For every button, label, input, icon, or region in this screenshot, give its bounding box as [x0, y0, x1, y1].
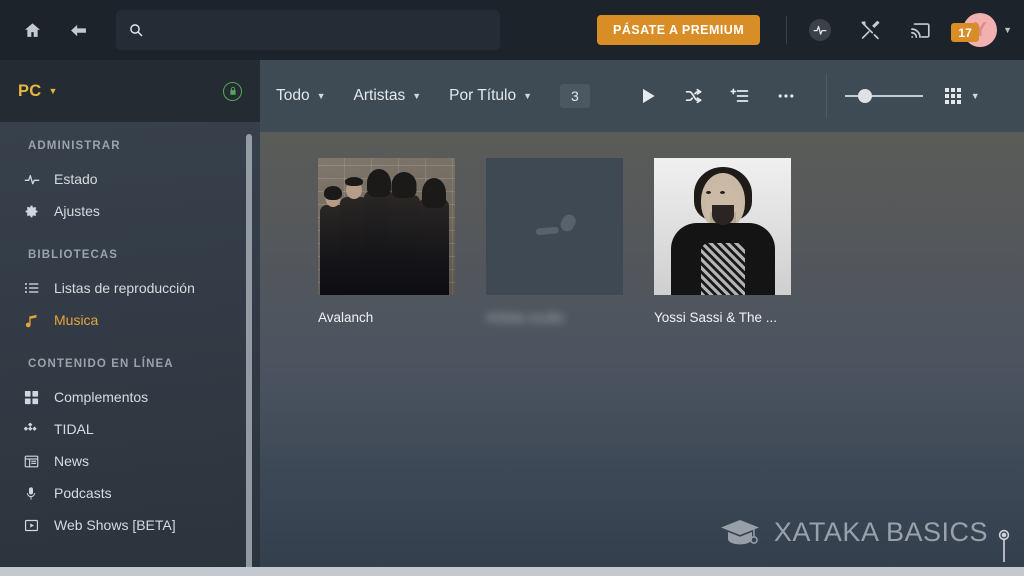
source-name: PC — [18, 81, 42, 100]
lock-icon[interactable] — [223, 81, 242, 101]
play-box-icon — [24, 518, 48, 533]
horizontal-scrollbar[interactable] — [0, 567, 1024, 576]
search-input[interactable] — [144, 22, 488, 38]
sidebar-item-listas-de-reproduccion[interactable]: Listas de reproducción — [0, 272, 260, 304]
zoom-slider-track[interactable] — [844, 89, 923, 103]
sidebar-nav: ADMINISTRAR Estado Ajustes BIBLIOTECAS L… — [0, 122, 260, 541]
zoom-slider-knob[interactable] — [858, 89, 873, 103]
cast-icon[interactable] — [905, 15, 935, 45]
sidebar-item-tidal[interactable]: TIDAL — [0, 413, 260, 445]
album-art-portrait-photo[interactable] — [654, 158, 791, 295]
album-grid: Avalanch Artista oculto Yossi Sassi & Th… — [260, 132, 1024, 325]
search-bar[interactable] — [116, 10, 500, 50]
sidebar-item-web-shows[interactable]: Web Shows [BETA] — [0, 509, 260, 541]
sidebar-scrollbar[interactable] — [246, 134, 252, 576]
premium-upgrade-button[interactable]: PÁSATE A PREMIUM — [597, 15, 761, 45]
item-count-badge: 3 — [560, 84, 590, 108]
avatar[interactable]: Y 17 — [951, 10, 998, 50]
chevron-down-icon: ▼ — [412, 91, 422, 101]
chevron-down-icon: ▼ — [970, 91, 980, 101]
more-options-icon[interactable] — [768, 78, 804, 114]
grid-view-icon[interactable]: ▼ — [944, 88, 980, 104]
news-icon — [24, 454, 48, 469]
album-art-band-photo[interactable] — [318, 158, 455, 295]
avatar-badge: 17 — [951, 23, 980, 42]
source-selector[interactable]: PC ▼ — [0, 60, 260, 122]
zoom-slider[interactable] — [844, 89, 923, 103]
gear-icon — [24, 204, 48, 219]
sidebar-section-title: BIBLIOTECAS — [28, 249, 119, 261]
search-icon — [128, 22, 144, 38]
grid-view-glyph — [944, 88, 961, 104]
sidebar-section-title: ADMINISTRAR — [28, 140, 121, 152]
sidebar-item-estado[interactable]: Estado — [0, 163, 260, 195]
shuffle-icon[interactable] — [676, 78, 712, 114]
main-content: Todo ▼ Artistas ▼ Por Título ▼ 3 ▼ Avala… — [260, 60, 1024, 576]
wrench-screwdriver-icon[interactable] — [855, 15, 885, 45]
sidebar-item-label: Estado — [54, 171, 98, 187]
sidebar-section-title: CONTENIDO EN LÍNEA — [28, 358, 174, 370]
sidebar-item-musica[interactable]: Musica — [0, 304, 260, 336]
filter-artists-dropdown[interactable]: Artistas ▼ — [354, 87, 422, 105]
top-bar: PÁSATE A PREMIUM Y 17 ▼ — [0, 0, 1024, 60]
content-toolbar: Todo ▼ Artistas ▼ Por Título ▼ 3 ▼ — [260, 60, 1024, 132]
sidebar-item-label: Ajustes — [54, 203, 100, 219]
sort-label: Por Título — [449, 87, 517, 104]
add-to-playlist-icon[interactable] — [722, 78, 758, 114]
sidebar-item-label: Web Shows [BETA] — [54, 517, 176, 533]
toolbar-separator — [825, 74, 827, 118]
sidebar: PC ▼ ADMINISTRAR Estado Ajustes BIBLIOTE… — [0, 60, 260, 576]
microphone-icon — [24, 486, 48, 501]
plex-app-window: PÁSATE A PREMIUM Y 17 ▼ PC ▼ ADMINISTRAR… — [0, 0, 1024, 576]
album-card-title: Avalanch — [318, 310, 374, 325]
sidebar-item-ajustes[interactable]: Ajustes — [0, 195, 260, 227]
sidebar-item-news[interactable]: News — [0, 445, 260, 477]
playlist-icon — [24, 280, 48, 296]
sidebar-item-podcasts[interactable]: Podcasts — [0, 477, 260, 509]
album-card[interactable]: Artista oculto — [486, 158, 623, 325]
album-card-title: Yossi Sassi & The ... — [654, 310, 778, 325]
sidebar-item-complementos[interactable]: Complementos — [0, 381, 260, 413]
account-chevron-down-icon[interactable]: ▼ — [1003, 25, 1012, 35]
sidebar-item-label: Musica — [54, 312, 99, 328]
sidebar-item-label: Complementos — [54, 389, 149, 405]
album-card[interactable]: Avalanch — [318, 158, 455, 325]
filter-all-dropdown[interactable]: Todo ▼ — [276, 87, 326, 105]
chevron-down-icon: ▼ — [316, 91, 326, 101]
album-card-title: Artista oculto — [486, 310, 565, 325]
sidebar-item-label: Podcasts — [54, 485, 112, 501]
album-art-placeholder[interactable] — [486, 158, 623, 295]
play-icon[interactable] — [630, 78, 666, 114]
activity-pulse-icon[interactable] — [805, 15, 835, 45]
microphone-icon — [486, 158, 623, 295]
home-icon[interactable] — [16, 14, 48, 46]
activity-pulse-icon — [24, 171, 48, 187]
back-arrow-icon[interactable] — [62, 14, 94, 46]
chevron-down-icon: ▼ — [523, 91, 532, 101]
sidebar-item-label: News — [54, 453, 90, 469]
sidebar-item-label: TIDAL — [54, 421, 94, 437]
cursor-pin-icon — [997, 528, 1011, 567]
sidebar-item-label: Listas de reproducción — [54, 280, 195, 296]
topbar-divider — [786, 16, 788, 44]
album-card[interactable]: Yossi Sassi & The ... — [654, 158, 791, 325]
filter-artists-label: Artistas — [353, 87, 406, 104]
grid-squares-icon — [24, 390, 48, 405]
chevron-down-icon: ▼ — [48, 86, 58, 96]
tidal-icon — [24, 423, 48, 435]
filter-all-label: Todo — [276, 87, 310, 104]
music-note-icon — [24, 313, 48, 328]
sort-dropdown[interactable]: Por Título ▼ — [449, 87, 532, 105]
